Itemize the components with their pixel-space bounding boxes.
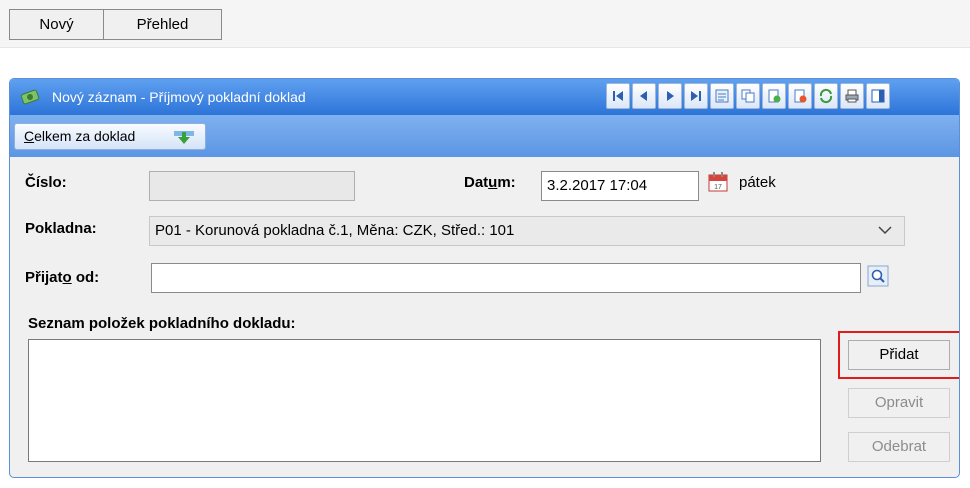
first-record-button[interactable] [606,83,630,109]
list-button[interactable] [710,83,734,109]
delete-doc-icon [794,89,807,103]
record-nav-toolbar [606,83,892,111]
items-list-label: Seznam položek pokladního dokladu: [28,315,296,332]
total-button-label: elkem za doklad [34,128,136,144]
copy-button[interactable] [736,83,760,109]
panel-toolbar: Celkem za doklad [10,115,959,157]
chevron-down-icon [878,226,892,235]
cash-desk-value: P01 - Korunová pokladna č.1, Měna: CZK, … [155,222,515,239]
svg-text:17: 17 [714,184,722,191]
list-icon [715,89,729,103]
panel-title-bar: Nový záznam - Příjmový pokladní doklad [10,79,959,115]
search-icon[interactable] [867,265,889,287]
window-button[interactable] [866,83,890,109]
prev-icon [640,91,647,101]
panel-title: Nový záznam - Příjmový pokladní doklad [52,89,306,105]
date-label-accel: u [488,174,498,191]
prev-record-button[interactable] [632,83,656,109]
new-doc-icon [768,89,781,103]
last-record-button[interactable] [684,83,708,109]
delete-document-button[interactable] [788,83,812,109]
record-panel: Nový záznam - Příjmový pokladní doklad C… [9,78,960,478]
money-icon [20,89,40,105]
cash-desk-select[interactable]: P01 - Korunová pokladna č.1, Měna: CZK, … [149,216,905,246]
received-from-field[interactable] [151,263,861,293]
date-label: Datum: [464,174,516,191]
add-button[interactable]: Přidat [848,340,950,370]
remove-button[interactable]: Odebrat [848,432,950,462]
refresh-icon [819,88,833,104]
copy-icon [741,89,755,103]
next-icon [667,91,674,101]
date-label-pre: Dat [464,174,489,191]
top-tab-bar: Nový Přehled [0,0,970,48]
next-record-button[interactable] [658,83,682,109]
tab-overview[interactable]: Přehled [103,9,222,40]
print-button[interactable] [840,83,864,109]
received-label-post: od: [71,269,100,286]
new-document-button[interactable] [762,83,786,109]
refresh-button[interactable] [814,83,838,109]
total-for-document-button[interactable]: Celkem za doklad [14,123,206,150]
received-from-label: Přijato od: [25,269,99,286]
received-label-accel: o [62,269,72,286]
cash-desk-label: Pokladna: [25,220,97,237]
arrow-down-icon [174,131,194,144]
edit-button[interactable]: Opravit [848,388,950,418]
date-label-post: m: [497,174,516,191]
first-icon [613,91,623,101]
window-icon [871,89,885,103]
received-label-pre: Přijat [25,269,63,286]
number-field[interactable] [149,171,355,201]
number-label: Číslo: [25,174,67,191]
tab-new[interactable]: Nový [9,9,104,40]
day-name: pátek [739,174,776,191]
last-icon [691,91,701,101]
print-icon [845,89,859,103]
total-button-accel: C [24,128,35,144]
items-list[interactable] [28,339,821,462]
calendar-icon[interactable]: 17 [707,171,729,193]
date-field[interactable]: 3.2.2017 17:04 [541,171,699,201]
